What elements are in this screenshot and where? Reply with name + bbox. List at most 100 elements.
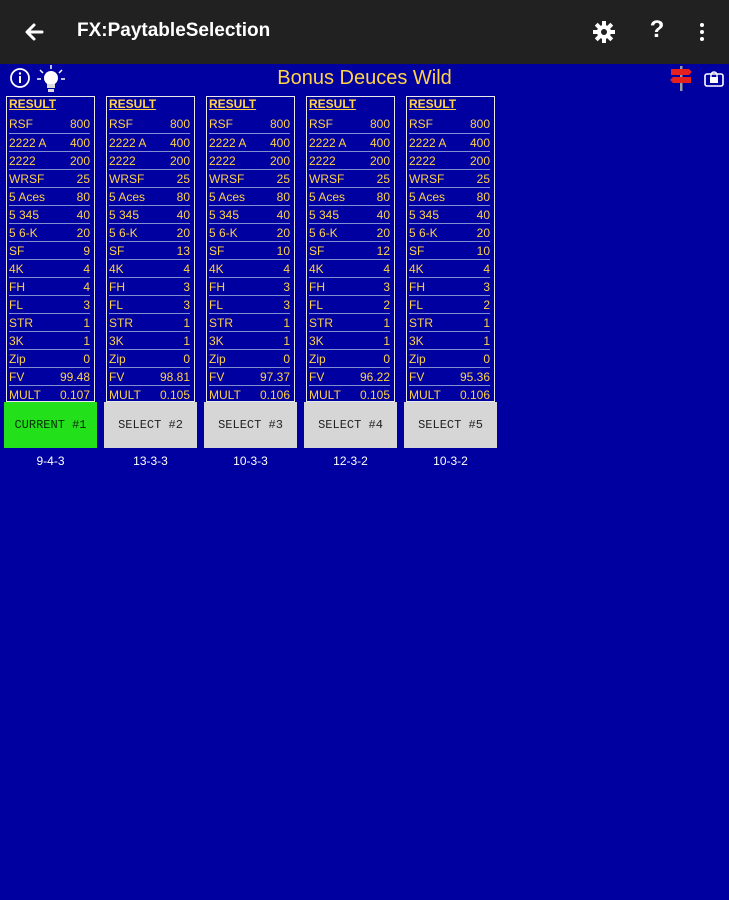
paytable-row: 2222 200 <box>209 151 290 169</box>
paytable-row: STR 1 <box>209 313 290 331</box>
hand-payout: 25 <box>176 172 190 186</box>
hand-payout: 1 <box>183 316 190 330</box>
hand-payout: 97.37 <box>259 370 290 384</box>
hand-payout: 800 <box>369 117 390 131</box>
hand-label: SF <box>309 244 325 258</box>
hand-payout: 3 <box>183 298 190 312</box>
lock-icon[interactable] <box>703 68 725 88</box>
hand-label: Zip <box>309 352 326 366</box>
signpost-icon[interactable] <box>668 64 694 92</box>
paytable-row: WRSF 25 <box>109 169 190 187</box>
hand-payout: 4 <box>483 262 490 276</box>
hand-label: 2222 A <box>9 136 47 150</box>
hand-payout: 80 <box>376 190 390 204</box>
more-vert-icon[interactable] <box>692 18 712 46</box>
select-paytable-button[interactable]: SELECT #2 <box>104 402 197 448</box>
paytable-row: STR 1 <box>109 313 190 331</box>
hand-payout: 80 <box>76 190 90 204</box>
select-paytable-button[interactable]: SELECT #5 <box>404 402 497 448</box>
paytable-row: 5 345 40 <box>209 205 290 223</box>
hand-label: 5 6-K <box>109 226 138 240</box>
hand-label: 4K <box>109 262 124 276</box>
hand-payout: 4 <box>183 262 190 276</box>
hand-payout: 0 <box>483 352 490 366</box>
paytable-row: WRSF 25 <box>309 169 390 187</box>
paytable-row: MULT 0.106 <box>409 385 490 403</box>
paytable-row: 2222 200 <box>9 151 90 169</box>
hand-label: 2222 A <box>409 136 447 150</box>
hand-label: 2222 <box>409 154 436 168</box>
hand-payout: 1 <box>283 334 290 348</box>
paytable-row: 2222 A 400 <box>9 133 90 151</box>
hand-payout: 0 <box>183 352 190 366</box>
hand-payout: 2 <box>383 298 390 312</box>
paytable-row: 5 6-K 20 <box>309 223 390 241</box>
hand-label: FH <box>309 280 325 294</box>
hand-payout: 1 <box>83 334 90 348</box>
paytable-row: RSF 800 <box>9 115 90 133</box>
paytable-row: 2222 200 <box>109 151 190 169</box>
paytable-row: 2222 A 400 <box>309 133 390 151</box>
paytable-row: 3K 1 <box>309 331 390 349</box>
paytable-row: FL 3 <box>9 295 90 313</box>
hand-label: 2222 <box>9 154 36 168</box>
hand-label: FH <box>9 280 25 294</box>
paytable-code: 13-3-3 <box>133 454 168 468</box>
paytable-row: SF 10 <box>409 241 490 259</box>
hand-label: WRSF <box>409 172 445 186</box>
paytable-row: Zip 0 <box>9 349 90 367</box>
paytable-row: 5 345 40 <box>109 205 190 223</box>
help-button[interactable]: ? <box>646 16 668 44</box>
select-paytable-button[interactable]: SELECT #4 <box>304 402 397 448</box>
hand-label: 5 Aces <box>209 190 246 204</box>
hand-payout: 1 <box>83 316 90 330</box>
hand-label: RSF <box>309 117 333 131</box>
hand-label: SF <box>9 244 25 258</box>
current-paytable-button[interactable]: CURRENT #1 <box>4 402 97 448</box>
hand-payout: 12 <box>376 244 390 258</box>
hand-payout: 80 <box>276 190 290 204</box>
hand-label: RSF <box>109 117 133 131</box>
hand-label: 4K <box>409 262 424 276</box>
hand-payout: 200 <box>469 154 490 168</box>
hand-payout: 0 <box>283 352 290 366</box>
hand-payout: 400 <box>169 136 190 150</box>
hand-label: WRSF <box>209 172 245 186</box>
hand-label: 2222 A <box>309 136 347 150</box>
paytable-row: 5 345 40 <box>9 205 90 223</box>
gear-icon[interactable] <box>590 18 618 46</box>
hand-label: 5 345 <box>109 208 140 222</box>
hand-payout: 0.105 <box>159 388 190 402</box>
hand-label: STR <box>209 316 233 330</box>
hand-label: WRSF <box>309 172 345 186</box>
paytable-row: 2222 200 <box>309 151 390 169</box>
hand-payout: 25 <box>76 172 90 186</box>
select-paytable-button[interactable]: SELECT #3 <box>204 402 297 448</box>
paytable-row: 5 Aces 80 <box>409 187 490 205</box>
hand-label: Zip <box>409 352 426 366</box>
hand-payout: 95.36 <box>459 370 490 384</box>
paytable-row: STR 1 <box>9 313 90 331</box>
hand-label: 5 Aces <box>309 190 346 204</box>
hand-label: 4K <box>9 262 24 276</box>
paytable-row: 4K 4 <box>209 259 290 277</box>
hand-payout: 4 <box>83 280 90 294</box>
hand-payout: 40 <box>376 208 390 222</box>
hand-label: MULT <box>309 388 341 402</box>
paytable-box: RESULT RSF 800 2222 A 400 2222 200 WRSF 25 5 Aces… <box>306 96 395 402</box>
hand-payout: 3 <box>183 280 190 294</box>
hand-payout: 0.106 <box>459 388 490 402</box>
paytable-row: RSF 800 <box>209 115 290 133</box>
back-arrow-icon[interactable] <box>18 14 52 50</box>
paytable-row: 5 6-K 20 <box>409 223 490 241</box>
paytable-row: STR 1 <box>309 313 390 331</box>
hand-payout: 0 <box>383 352 390 366</box>
hand-payout: 80 <box>176 190 190 204</box>
paytable-row: FL 2 <box>309 295 390 313</box>
hand-payout: 400 <box>269 136 290 150</box>
hand-payout: 10 <box>276 244 290 258</box>
hand-label: STR <box>309 316 333 330</box>
paytable-row: FH 3 <box>309 277 390 295</box>
hand-payout: 0.105 <box>359 388 390 402</box>
hand-payout: 80 <box>476 190 490 204</box>
